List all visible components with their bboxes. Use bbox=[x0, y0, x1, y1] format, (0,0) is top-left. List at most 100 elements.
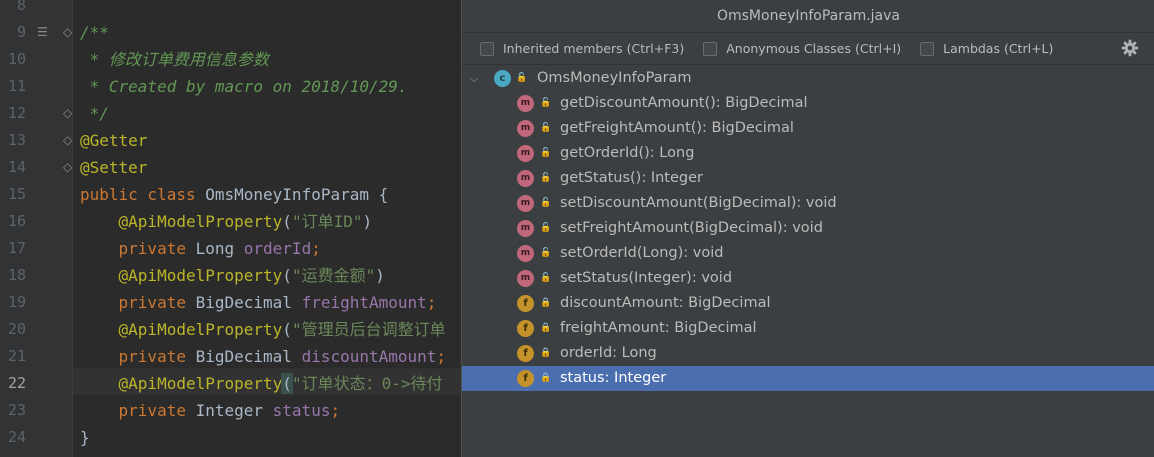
tree-item-method[interactable]: m 🔓 setDiscountAmount(BigDecimal): void bbox=[462, 191, 1154, 216]
line-number: 8 bbox=[16, 0, 26, 14]
gear-icon[interactable] bbox=[1121, 39, 1139, 57]
line-number: 14 bbox=[7, 158, 26, 176]
tree-root-class[interactable]: ⌵ c 🔓 OmsMoneyInfoParam bbox=[462, 66, 1154, 91]
code-line[interactable]: @ApiModelProperty("运费金额") bbox=[80, 262, 385, 289]
file-structure-popup[interactable]: OmsMoneyInfoParam.java Inherited members… bbox=[461, 0, 1154, 457]
method-icon: m bbox=[517, 220, 534, 237]
tree-item-label: status: Integer bbox=[560, 370, 667, 386]
code-line[interactable]: @Setter bbox=[80, 154, 147, 181]
code-line[interactable]: public class OmsMoneyInfoParam { bbox=[80, 181, 388, 208]
public-lock-icon: 🔓 bbox=[540, 223, 552, 233]
tree-item-field[interactable]: f 🔒 discountAmount: BigDecimal bbox=[462, 291, 1154, 316]
code-token: ) bbox=[362, 212, 373, 231]
fold-marker-icon[interactable]: ◇ bbox=[63, 19, 72, 46]
editor-gutter[interactable]: 8 9 10 11 12 13 14 15 16 17 18 19 20 21 22 23 24 ☰ ◇ ◇ ◇ ◇ bbox=[0, 0, 73, 457]
public-lock-icon: 🔓 bbox=[540, 273, 552, 283]
code-token: private bbox=[118, 347, 196, 366]
code-token: private bbox=[118, 401, 196, 420]
tree-item-field[interactable]: f 🔒 freightAmount: BigDecimal bbox=[462, 316, 1154, 341]
class-icon: c bbox=[494, 70, 511, 87]
fold-marker-icon[interactable]: ◇ bbox=[63, 154, 72, 181]
structure-tree[interactable]: ⌵ c 🔓 OmsMoneyInfoParam m 🔓 getDiscountAmo… bbox=[462, 66, 1154, 391]
tree-item-method[interactable]: m 🔓 setOrderId(Long): void bbox=[462, 241, 1154, 266]
code-line[interactable]: */ bbox=[80, 100, 109, 127]
code-line[interactable]: private Integer status; bbox=[80, 397, 341, 424]
code-token: ( bbox=[281, 373, 293, 394]
tree-item-field[interactable]: f 🔒 orderId: Long bbox=[462, 341, 1154, 366]
line-number: 10 bbox=[7, 50, 26, 68]
code-line[interactable]: private BigDecimal discountAmount; bbox=[80, 343, 447, 370]
checkbox-box[interactable] bbox=[480, 41, 494, 56]
code-token: ) bbox=[375, 266, 385, 285]
code-line[interactable]: @ApiModelProperty("管理员后台调整订单 bbox=[80, 316, 446, 343]
method-icon: m bbox=[517, 195, 534, 212]
public-lock-icon: 🔓 bbox=[540, 123, 552, 133]
fold-marker-icon[interactable]: ◇ bbox=[63, 127, 72, 154]
private-lock-icon: 🔒 bbox=[540, 373, 552, 383]
fold-marker-icon[interactable]: ◇ bbox=[63, 100, 72, 127]
chevron-down-icon[interactable]: ⌵ bbox=[470, 66, 478, 91]
code-token: ; bbox=[311, 239, 321, 258]
line-number: 23 bbox=[7, 401, 26, 419]
code-token: * Created by macro on 2018/10/29. bbox=[80, 77, 408, 96]
structure-marker-icon[interactable]: ☰ bbox=[37, 19, 48, 46]
code-token: ( bbox=[282, 212, 292, 231]
code-line[interactable]: @ApiModelProperty("订单状态：0->待付 bbox=[80, 370, 442, 397]
code-line[interactable]: * 修改订单费用信息参数 bbox=[80, 46, 269, 73]
line-number: 9 bbox=[16, 23, 26, 41]
line-number: 13 bbox=[7, 131, 26, 149]
code-token: ( bbox=[282, 266, 292, 285]
code-token: BigDecimal bbox=[195, 347, 302, 366]
code-token: OmsMoneyInfoParam { bbox=[205, 185, 389, 204]
field-icon: f bbox=[517, 320, 534, 337]
checkbox-box[interactable] bbox=[703, 41, 718, 56]
code-line[interactable]: } bbox=[80, 424, 90, 451]
lambdas-checkbox[interactable]: Lambdas (Ctrl+L) bbox=[920, 41, 1053, 56]
tree-item-method[interactable]: m 🔓 getStatus(): Integer bbox=[462, 166, 1154, 191]
line-number: 16 bbox=[7, 212, 26, 230]
tree-item-field[interactable]: f 🔒 status: Integer bbox=[462, 366, 1154, 391]
tree-item-label: setOrderId(Long): void bbox=[560, 245, 724, 261]
line-number: 11 bbox=[7, 77, 26, 95]
tree-item-method[interactable]: m 🔓 getOrderId(): Long bbox=[462, 141, 1154, 166]
line-number: 21 bbox=[7, 347, 26, 365]
inherited-members-checkbox[interactable]: Inherited members (Ctrl+F3) bbox=[480, 41, 684, 56]
private-lock-icon: 🔒 bbox=[540, 348, 552, 358]
tree-item-method[interactable]: m 🔓 setFreightAmount(BigDecimal): void bbox=[462, 216, 1154, 241]
code-line[interactable]: private Long orderId; bbox=[80, 235, 321, 262]
anonymous-classes-checkbox[interactable]: Anonymous Classes (Ctrl+I) bbox=[703, 41, 901, 56]
tree-item-label: orderId: Long bbox=[560, 345, 657, 361]
code-line[interactable]: /** bbox=[80, 19, 109, 46]
code-token: freightAmount bbox=[301, 293, 427, 312]
checkbox-label: Inherited members (Ctrl+F3) bbox=[503, 41, 685, 56]
private-lock-icon: 🔒 bbox=[540, 298, 552, 308]
private-lock-icon: 🔒 bbox=[540, 323, 552, 333]
code-token: private bbox=[118, 293, 196, 312]
line-number: 17 bbox=[7, 239, 26, 257]
tree-item-method[interactable]: m 🔓 getDiscountAmount(): BigDecimal bbox=[462, 91, 1154, 116]
code-line[interactable]: * Created by macro on 2018/10/29. bbox=[80, 73, 408, 100]
code-line[interactable]: private BigDecimal freightAmount; bbox=[80, 289, 437, 316]
code-token: Long bbox=[195, 239, 244, 258]
tree-item-label: getStatus(): Integer bbox=[560, 170, 703, 186]
public-lock-icon: 🔓 bbox=[540, 248, 552, 258]
line-number: 19 bbox=[7, 293, 26, 311]
tree-item-label: getDiscountAmount(): BigDecimal bbox=[560, 95, 808, 111]
checkbox-box[interactable] bbox=[920, 41, 935, 56]
code-token: status bbox=[272, 401, 331, 420]
code-token: "管理员后台调整订单 bbox=[291, 320, 446, 339]
method-icon: m bbox=[517, 245, 534, 262]
code-token: ; bbox=[426, 293, 437, 312]
code-line[interactable]: @Getter bbox=[80, 127, 147, 154]
code-token: @ApiModelProperty bbox=[118, 374, 283, 393]
tree-item-method[interactable]: m 🔓 getFreightAmount(): BigDecimal bbox=[462, 116, 1154, 141]
tree-item-method[interactable]: m 🔓 setStatus(Integer): void bbox=[462, 266, 1154, 291]
line-number: 20 bbox=[7, 320, 26, 338]
popup-title: OmsMoneyInfoParam.java bbox=[462, 0, 1154, 33]
code-line[interactable]: @ApiModelProperty("订单ID") bbox=[80, 208, 373, 235]
